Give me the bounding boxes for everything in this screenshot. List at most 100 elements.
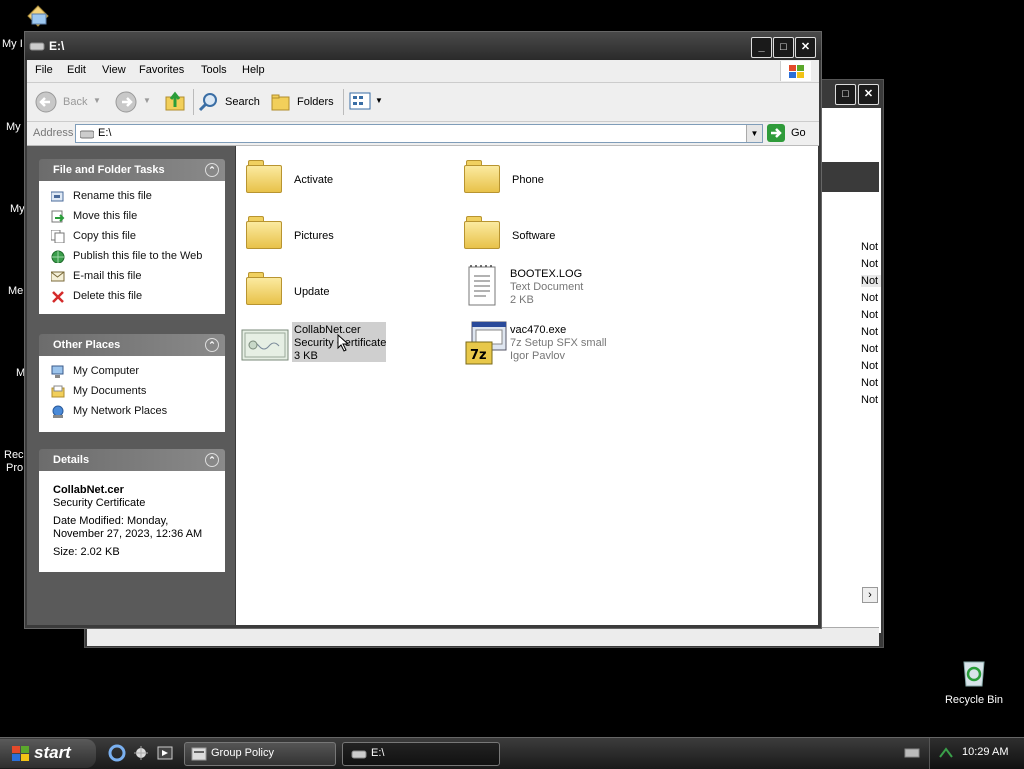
start-button[interactable]: start — [0, 739, 96, 768]
recycle-bin[interactable]: Recycle Bin — [942, 656, 1006, 712]
file-item[interactable]: BOOTEX.LOG Text Document 2 KB — [462, 264, 662, 312]
back-arrow-icon — [35, 91, 57, 113]
back-button[interactable]: Back ▼ — [35, 91, 101, 113]
bg-row: Not — [861, 394, 879, 406]
file-name: Update — [294, 286, 330, 298]
address-input[interactable]: E:\ ▼ — [75, 124, 763, 143]
drive-icon — [29, 42, 45, 51]
menu-view[interactable]: View — [102, 64, 126, 76]
bg-header-band — [821, 162, 879, 192]
bg-row: Not — [861, 241, 879, 253]
keyboard-icon[interactable] — [904, 747, 920, 759]
quicklaunch-media[interactable] — [156, 744, 174, 762]
bg-close-button[interactable]: ✕ — [858, 84, 879, 105]
file-view[interactable]: Activate Phone Pictures Software Update — [236, 146, 818, 625]
desktop-label[interactable]: My I — [2, 38, 23, 50]
quicklaunch-ie[interactable] — [108, 744, 126, 762]
menu-file[interactable]: File — [35, 64, 53, 76]
explorer-window[interactable]: E:\ _ □ ✕ File Edit View Favorites Tools… — [24, 31, 822, 629]
back-label: Back — [63, 96, 88, 108]
file-item[interactable]: Phone — [462, 158, 662, 198]
desktop-label[interactable]: Pro — [6, 462, 23, 474]
place-label: My Computer — [73, 365, 140, 377]
maximize-button[interactable]: □ — [773, 37, 794, 58]
search-button[interactable]: Search — [197, 91, 263, 113]
details-body: CollabNet.cer Security Certificate Date … — [39, 471, 225, 572]
menu-bar: File Edit View Favorites Tools Help — [27, 60, 819, 83]
file-item[interactable]: Update — [244, 270, 444, 310]
details-size: Size: 2.02 KB — [53, 546, 120, 558]
forward-button[interactable]: ▼ — [115, 91, 151, 113]
file-type: Text Document — [510, 281, 584, 293]
minimize-button[interactable]: _ — [751, 37, 772, 58]
details-date-line1: Date Modified: Monday, — [53, 515, 169, 527]
other-places-header[interactable]: Other Places ⌃ — [39, 334, 225, 356]
task-group-policy[interactable]: Group Policy — [184, 742, 336, 766]
collapse-icon[interactable]: ⌃ — [205, 453, 219, 467]
task-label: Move this file — [73, 210, 138, 222]
toolbar-separator — [193, 89, 194, 115]
folders-label: Folders — [297, 96, 334, 108]
menu-edit[interactable]: Edit — [67, 64, 86, 76]
go-button[interactable]: Go — [767, 124, 815, 143]
task-explorer[interactable]: E:\ — [342, 742, 500, 766]
recycle-bin-label: Recycle Bin — [944, 694, 1004, 706]
address-dropdown-button[interactable]: ▼ — [746, 125, 762, 142]
desktop-label[interactable]: Me — [8, 285, 23, 297]
chevron-down-icon: ▼ — [93, 96, 101, 105]
views-button[interactable]: ▼ — [349, 91, 385, 113]
desktop-label[interactable]: My — [10, 203, 25, 215]
details-header[interactable]: Details ⌃ — [39, 449, 225, 471]
taskbar: start Group Policy E:\ 10:29 AM — [0, 737, 1024, 769]
folders-icon — [271, 94, 290, 111]
up-folder-icon — [165, 91, 185, 111]
file-tasks-header[interactable]: File and Folder Tasks ⌃ — [39, 159, 225, 181]
file-item[interactable]: Software — [462, 214, 662, 254]
up-folder-button[interactable] — [163, 89, 187, 113]
menu-help[interactable]: Help — [242, 64, 265, 76]
folder-icon — [464, 160, 500, 193]
bg-row: Not — [861, 326, 879, 338]
quicklaunch-app[interactable] — [132, 744, 150, 762]
file-item[interactable]: Activate — [244, 158, 444, 198]
file-name: Phone — [512, 174, 544, 186]
desktop-label[interactable]: My — [6, 121, 21, 133]
file-item-selected[interactable]: CollabNet.cer Security Certificate 3 KB — [240, 320, 448, 368]
collapse-icon[interactable]: ⌃ — [205, 163, 219, 177]
file-type: 7z Setup SFX small — [510, 337, 607, 349]
other-places-body: My Computer My Documents My Network Plac… — [39, 356, 225, 432]
details-name: CollabNet.cer — [53, 484, 124, 496]
desktop-icon-top[interactable] — [24, 2, 52, 30]
folder-icon — [246, 272, 282, 305]
email-icon — [51, 271, 65, 282]
file-publisher: Igor Pavlov — [510, 350, 566, 362]
menu-favorites[interactable]: Favorites — [139, 64, 184, 76]
file-item[interactable]: Pictures — [244, 214, 444, 254]
drive-icon — [351, 750, 367, 759]
place-label: My Documents — [73, 385, 147, 397]
bg-scroll-right-button[interactable]: › — [862, 587, 878, 603]
task-label: Rename this file — [73, 190, 152, 202]
file-item[interactable]: 7z vac470.exe 7z Setup SFX small Igor Pa… — [462, 320, 682, 370]
title-bar[interactable]: E:\ _ □ ✕ — [25, 32, 821, 60]
chevron-down-icon: ▼ — [143, 96, 151, 105]
documents-icon — [51, 385, 65, 398]
network-tray-icon[interactable] — [938, 745, 954, 761]
toolbar: Back ▼ ▼ Search Folders ▼ — [27, 83, 819, 122]
go-label: Go — [791, 127, 806, 139]
search-label: Search — [225, 96, 260, 108]
desktop-label[interactable]: Rec — [4, 449, 24, 461]
folders-button[interactable]: Folders — [269, 91, 337, 113]
close-button[interactable]: ✕ — [795, 37, 816, 58]
delete-icon — [52, 291, 64, 303]
drive-icon — [80, 130, 94, 139]
collapse-icon[interactable]: ⌃ — [205, 338, 219, 352]
menu-tools[interactable]: Tools — [201, 64, 227, 76]
bg-row: Not — [861, 343, 879, 355]
clock[interactable]: 10:29 AM — [962, 746, 1008, 758]
recycle-bin-icon — [963, 661, 985, 687]
mouse-cursor-icon — [337, 334, 350, 352]
text-document-icon — [468, 265, 496, 306]
copy-icon — [51, 230, 65, 243]
bg-maximize-button[interactable]: □ — [835, 84, 856, 105]
